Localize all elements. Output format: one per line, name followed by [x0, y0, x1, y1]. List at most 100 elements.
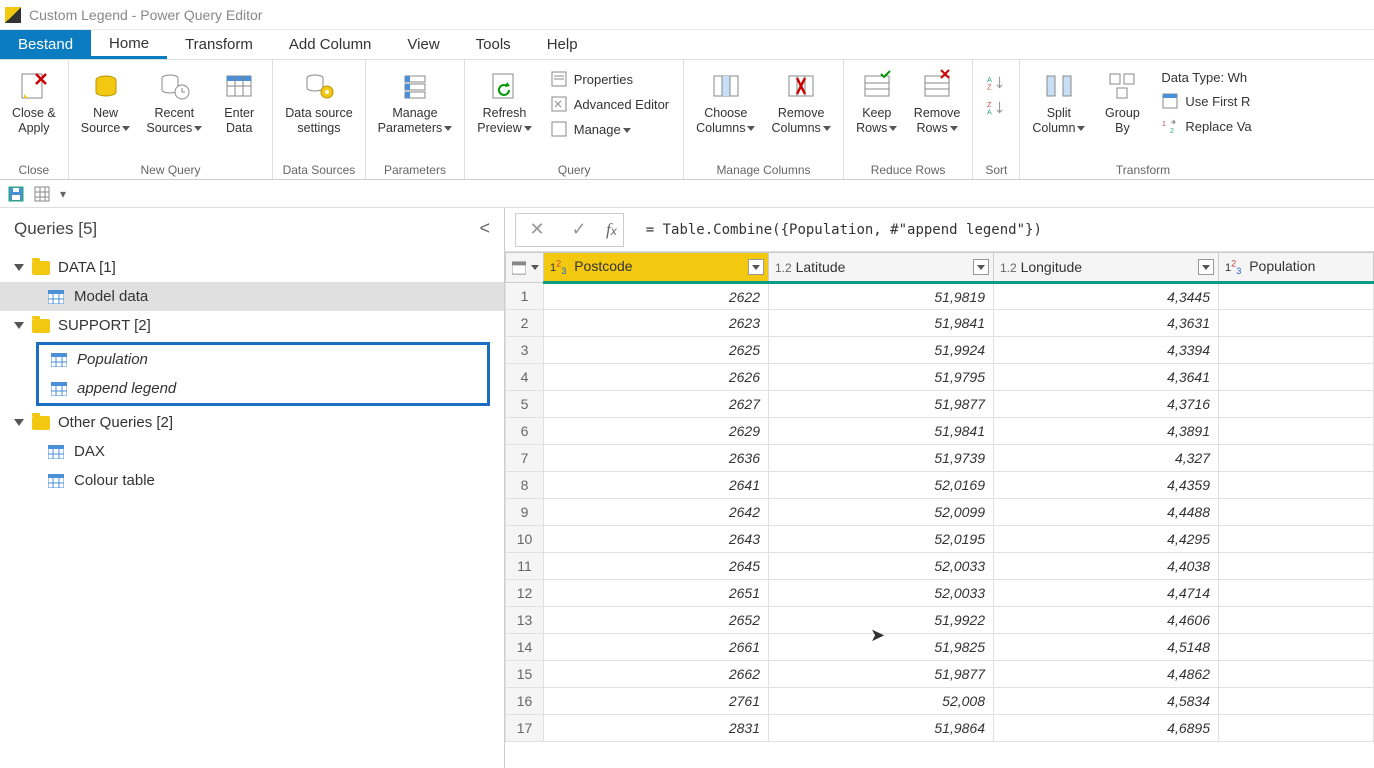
cell-population[interactable] [1219, 391, 1374, 418]
cell-postcode[interactable]: 2622 [544, 283, 769, 310]
folder-data[interactable]: DATA [1] [0, 253, 504, 282]
cell-longitude[interactable]: 4,6895 [994, 715, 1219, 742]
cell-population[interactable] [1219, 580, 1374, 607]
manage-parameters-button[interactable]: Manage Parameters [372, 64, 459, 140]
cell-longitude[interactable]: 4,3394 [994, 337, 1219, 364]
qat-customize-icon[interactable]: ▾ [60, 187, 66, 201]
cell-longitude[interactable]: 4,3631 [994, 310, 1219, 337]
menu-home[interactable]: Home [91, 30, 167, 59]
cell-population[interactable] [1219, 310, 1374, 337]
sort-desc-button[interactable]: ZA [983, 97, 1009, 119]
menu-transform[interactable]: Transform [167, 30, 271, 59]
keep-rows-button[interactable]: Keep Rows [850, 64, 904, 140]
table-row[interactable]: 17283151,98644,6895 [506, 715, 1374, 742]
cell-longitude[interactable]: 4,5148 [994, 634, 1219, 661]
table-row[interactable]: 1262251,98194,3445 [506, 283, 1374, 310]
formula-input[interactable]: = Table.Combine({Population, #"append le… [638, 218, 1374, 242]
table-view-icon[interactable] [34, 186, 50, 202]
cell-longitude[interactable]: 4,3445 [994, 283, 1219, 310]
cell-longitude[interactable]: 4,3716 [994, 391, 1219, 418]
save-icon[interactable] [8, 186, 24, 202]
cell-latitude[interactable]: 51,9795 [769, 364, 994, 391]
cell-latitude[interactable]: 52,0099 [769, 499, 994, 526]
cell-postcode[interactable]: 2642 [544, 499, 769, 526]
query-colour-table[interactable]: Colour table [0, 466, 504, 495]
table-row[interactable]: 5262751,98774,3716 [506, 391, 1374, 418]
properties-button[interactable]: Properties [546, 68, 673, 90]
row-number[interactable]: 12 [506, 580, 544, 607]
column-header-postcode[interactable]: 123 Postcode [544, 253, 769, 283]
cell-population[interactable] [1219, 688, 1374, 715]
row-number[interactable]: 17 [506, 715, 544, 742]
menu-tools[interactable]: Tools [458, 30, 529, 59]
cell-postcode[interactable]: 2623 [544, 310, 769, 337]
filter-icon[interactable] [1198, 259, 1214, 275]
split-column-button[interactable]: Split Column [1026, 64, 1091, 140]
cell-longitude[interactable]: 4,327 [994, 445, 1219, 472]
cell-postcode[interactable]: 2652 [544, 607, 769, 634]
refresh-preview-button[interactable]: Refresh Preview [471, 64, 537, 140]
cell-postcode[interactable]: 2645 [544, 553, 769, 580]
cell-latitude[interactable]: 51,9864 [769, 715, 994, 742]
row-number[interactable]: 6 [506, 418, 544, 445]
cell-population[interactable] [1219, 445, 1374, 472]
remove-rows-button[interactable]: Remove Rows [908, 64, 967, 140]
data-grid[interactable]: 123 Postcode 1.2 Latitude [505, 252, 1374, 768]
cell-longitude[interactable]: 4,4488 [994, 499, 1219, 526]
table-row[interactable]: 9264252,00994,4488 [506, 499, 1374, 526]
cell-postcode[interactable]: 2662 [544, 661, 769, 688]
sort-asc-button[interactable]: AZ [983, 72, 1009, 94]
folder-other[interactable]: Other Queries [2] [0, 408, 504, 437]
cell-postcode[interactable]: 2761 [544, 688, 769, 715]
table-row[interactable]: 13265251,99224,4606 [506, 607, 1374, 634]
advanced-editor-button[interactable]: Advanced Editor [546, 93, 673, 115]
cell-postcode[interactable]: 2643 [544, 526, 769, 553]
row-number[interactable]: 15 [506, 661, 544, 688]
recent-sources-button[interactable]: Recent Sources [140, 64, 208, 140]
cell-postcode[interactable]: 2625 [544, 337, 769, 364]
cell-population[interactable] [1219, 364, 1374, 391]
collapse-panel-icon[interactable]: < [479, 218, 490, 239]
column-header-population[interactable]: 123 Population [1219, 253, 1374, 283]
row-number[interactable]: 4 [506, 364, 544, 391]
cell-population[interactable] [1219, 337, 1374, 364]
row-number[interactable]: 16 [506, 688, 544, 715]
cell-postcode[interactable]: 2641 [544, 472, 769, 499]
cell-population[interactable] [1219, 526, 1374, 553]
table-row[interactable]: 8264152,01694,4359 [506, 472, 1374, 499]
formula-cancel-icon[interactable]: ✕ [522, 215, 552, 245]
cell-longitude[interactable]: 4,4038 [994, 553, 1219, 580]
cell-population[interactable] [1219, 472, 1374, 499]
menu-file[interactable]: Bestand [0, 30, 91, 59]
formula-accept-icon[interactable]: ✓ [564, 215, 594, 245]
row-number[interactable]: 1 [506, 283, 544, 310]
cell-latitude[interactable]: 51,9877 [769, 661, 994, 688]
remove-columns-button[interactable]: Remove Columns [765, 64, 836, 140]
table-row[interactable]: 15266251,98774,4862 [506, 661, 1374, 688]
group-by-button[interactable]: Group By [1095, 64, 1149, 140]
cell-longitude[interactable]: 4,4359 [994, 472, 1219, 499]
data-source-settings-button[interactable]: Data source settings [279, 64, 358, 140]
cell-longitude[interactable]: 4,4606 [994, 607, 1219, 634]
cell-postcode[interactable]: 2627 [544, 391, 769, 418]
table-row[interactable]: 16276152,0084,5834 [506, 688, 1374, 715]
query-population[interactable]: Population [39, 345, 487, 374]
menu-view[interactable]: View [389, 30, 457, 59]
cell-population[interactable] [1219, 553, 1374, 580]
cell-latitude[interactable]: 52,008 [769, 688, 994, 715]
cell-postcode[interactable]: 2629 [544, 418, 769, 445]
cell-population[interactable] [1219, 283, 1374, 310]
cell-longitude[interactable]: 4,3891 [994, 418, 1219, 445]
table-row[interactable]: 11264552,00334,4038 [506, 553, 1374, 580]
cell-latitude[interactable]: 51,9877 [769, 391, 994, 418]
menu-add-column[interactable]: Add Column [271, 30, 390, 59]
cell-postcode[interactable]: 2661 [544, 634, 769, 661]
row-number[interactable]: 14 [506, 634, 544, 661]
cell-latitude[interactable]: 51,9739 [769, 445, 994, 472]
cell-population[interactable] [1219, 634, 1374, 661]
table-row[interactable]: 7263651,97394,327 [506, 445, 1374, 472]
cell-latitude[interactable]: 52,0169 [769, 472, 994, 499]
row-number[interactable]: 2 [506, 310, 544, 337]
table-row[interactable]: 4262651,97954,3641 [506, 364, 1374, 391]
row-number[interactable]: 11 [506, 553, 544, 580]
